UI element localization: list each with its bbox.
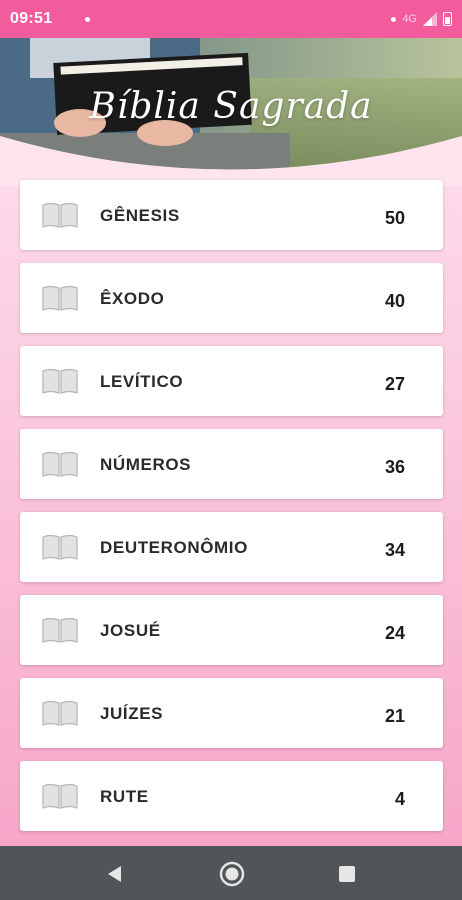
chapter-count: 50 [384,208,405,228]
chapter-count: 21 [384,706,405,726]
dot-icon [391,16,397,22]
book-item-exodo[interactable]: ÊXODO 40 [20,263,443,333]
book-item-rute[interactable]: RUTE 4 [20,761,443,831]
navigation-bar [0,846,462,900]
status-icons: 4G [391,12,452,26]
book-name: RUTE [100,787,149,806]
chapter-count: 24 [384,623,405,643]
book-item-numeros[interactable]: NÚMEROS 36 [20,429,443,499]
book-name: JUÍZES [100,704,164,723]
chapter-count: 34 [384,540,405,560]
header-banner: Bíblia Sagrada [0,38,462,186]
recents-icon[interactable] [336,863,358,885]
main-content: Bíblia Sagrada GÊNESIS 50 ÊXODO 40 LEVÍT… [0,38,462,846]
chapter-count: 27 [384,374,405,394]
status-time: 09:51 [10,10,53,27]
book-name: DEUTERONÔMIO [100,538,248,557]
book-icon [42,534,78,560]
book-item-genesis[interactable]: GÊNESIS 50 [20,180,443,250]
app-title: Bíblia Sagrada [89,86,373,127]
chapter-count: 4 [394,789,405,809]
book-icon [42,617,78,643]
book-name: ÊXODO [100,289,165,308]
chapter-count: 36 [384,457,405,477]
book-item-josue[interactable]: JOSUÉ 24 [20,595,443,665]
book-list: GÊNESIS 50 ÊXODO 40 LEVÍTICO 27 NÚMEROS … [20,180,443,844]
signal-icon [423,12,437,26]
book-name: GÊNESIS [100,206,180,225]
chapter-count: 40 [384,291,405,311]
book-icon [42,783,78,809]
book-icon [42,202,78,228]
book-name: JOSUÉ [100,621,161,640]
book-icon [42,700,78,726]
status-bar: 09:51 4G [0,0,462,38]
book-icon [42,451,78,477]
book-icon [42,285,78,311]
book-item-levitico[interactable]: LEVÍTICO 27 [20,346,443,416]
book-icon [42,368,78,394]
book-item-deuteronomio[interactable]: DEUTERONÔMIO 34 [20,512,443,582]
battery-icon [443,12,452,26]
network-label: 4G [402,13,417,25]
notification-dot-icon [85,16,91,22]
book-item-juizes[interactable]: JUÍZES 21 [20,678,443,748]
back-icon[interactable] [104,863,126,885]
book-name: NÚMEROS [100,455,192,474]
book-name: LEVÍTICO [100,372,184,391]
home-icon[interactable] [219,861,245,887]
